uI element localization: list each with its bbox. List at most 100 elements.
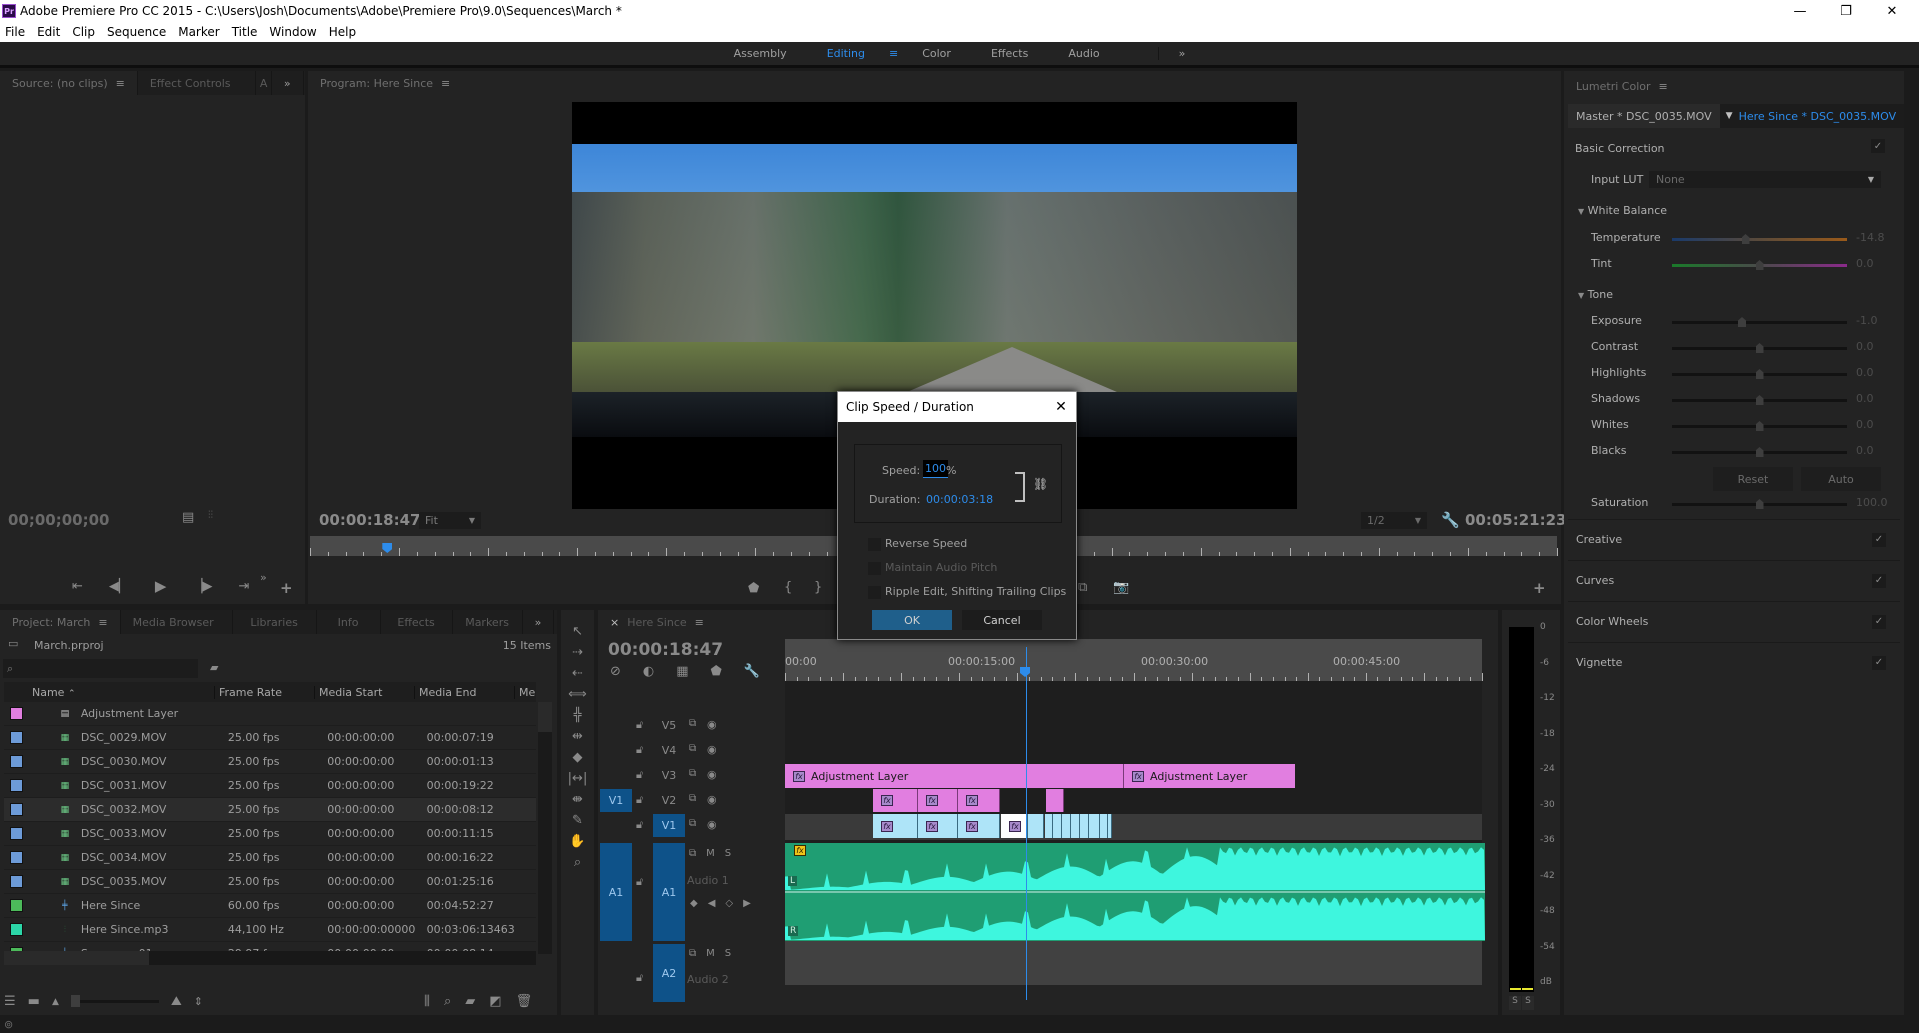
project-vertical-scrollbar[interactable] xyxy=(538,702,552,954)
mute-track-button[interactable]: M xyxy=(706,948,715,959)
menu-file[interactable]: File xyxy=(0,25,32,39)
project-item-row[interactable]: ▦ DSC_0032.MOV 25.00 fps 00:00:00:00 00:00:0… xyxy=(4,798,536,822)
tab-effect-controls[interactable]: Effect Controls xyxy=(138,71,256,95)
project-item-row[interactable]: ⫶ Here Since.mp3 44,100 Hz 00:00:00:00000 00… xyxy=(4,918,536,942)
clear-trash-icon[interactable]: 🗑 xyxy=(516,994,533,1009)
project-search-input[interactable]: ⌕ xyxy=(3,659,198,678)
pen-tool-icon[interactable]: ✎ xyxy=(572,813,583,828)
slider-value[interactable]: 0.0 xyxy=(1856,257,1874,270)
project-item-row[interactable]: ╪Sequence 0129.97 fps00;00;00;0000;00;08… xyxy=(4,942,536,951)
slider-track[interactable] xyxy=(1672,447,1847,457)
lumetri-section-creative[interactable]: Creative ✓ xyxy=(1568,519,1900,559)
mark-out-icon[interactable]: } xyxy=(814,580,822,595)
panel-menu-icon[interactable]: ≡ xyxy=(116,77,125,90)
toggle-sync-lock-icon[interactable]: ⧉ xyxy=(689,743,696,754)
close-sequence-icon[interactable]: × xyxy=(610,616,619,629)
track-lock-icon[interactable]: 🔓︎ xyxy=(636,743,643,757)
label-color-swatch[interactable] xyxy=(10,923,23,936)
project-item-row[interactable]: ▦ DSC_0035.MOV 25.00 fps 00:00:00:00 00:01:2… xyxy=(4,870,536,894)
solo-track-button[interactable]: S xyxy=(725,848,731,859)
thumbnail-size-slider[interactable] xyxy=(70,995,159,1007)
section-enable-checkbox[interactable]: ✓ xyxy=(1872,573,1886,588)
label-color-swatch[interactable] xyxy=(10,851,23,864)
button-editor-plus-icon[interactable]: + xyxy=(1533,579,1546,597)
tab-markers[interactable]: Markers xyxy=(453,610,523,634)
slider-track[interactable] xyxy=(1672,343,1847,353)
project-item-row[interactable]: ▦ DSC_0029.MOV 25.00 fps 00:00:00:00 00:00:0… xyxy=(4,726,536,750)
resolution-select[interactable]: 1/2 ▼ xyxy=(1361,512,1427,529)
track-target-v2[interactable]: V2 xyxy=(653,789,685,812)
ok-button[interactable]: OK xyxy=(872,610,952,630)
workspace-color[interactable]: Color xyxy=(902,47,971,60)
drag-video-only-icon[interactable]: ▤ xyxy=(182,510,194,525)
rate-stretch-icon[interactable]: ⇹ xyxy=(572,729,583,744)
track-target-v4[interactable]: V4 xyxy=(653,739,685,762)
panel-menu-icon[interactable]: ≡ xyxy=(695,616,704,629)
toggle-track-output-eye-icon[interactable]: ◉ xyxy=(707,743,717,756)
adjustment-layer-clip[interactable]: fx Adjustment Layer xyxy=(785,764,1124,788)
v2-clip[interactable]: fx xyxy=(918,789,958,812)
label-color-swatch[interactable] xyxy=(10,827,23,840)
slider-value[interactable]: 0.0 xyxy=(1856,444,1874,457)
v1-clip[interactable] xyxy=(1108,814,1112,838)
ripple-edit-checkbox[interactable] xyxy=(868,586,881,599)
label-color-swatch[interactable] xyxy=(10,779,23,792)
workspace-effects[interactable]: Effects xyxy=(971,47,1048,60)
master-clip-tab[interactable]: Master * DSC_0035.MOV xyxy=(1568,104,1720,128)
v1-clip[interactable] xyxy=(1089,814,1100,838)
selection-tool-icon[interactable]: ↖ xyxy=(572,624,583,639)
tone-reset-button[interactable]: Reset xyxy=(1713,467,1793,491)
add-marker-icon[interactable]: ⬟ xyxy=(711,664,722,679)
tab-program[interactable]: Program: Here Since ≡ xyxy=(308,71,463,95)
v1-clip[interactable]: fx xyxy=(1001,814,1028,838)
play-icon[interactable]: ▶ xyxy=(155,577,167,595)
solo-right-button[interactable]: S xyxy=(1522,996,1534,1010)
wrench-icon[interactable]: 🔧 xyxy=(1441,511,1460,529)
v1-clip[interactable]: fx xyxy=(873,814,918,838)
slider-value[interactable]: 0.0 xyxy=(1856,418,1874,431)
panel-menu-icon[interactable]: ≡ xyxy=(98,616,107,629)
tab-project[interactable]: Project: March ≡ xyxy=(0,610,121,634)
label-color-swatch[interactable] xyxy=(10,803,23,816)
lumetri-section-curves[interactable]: Curves ✓ xyxy=(1568,560,1900,600)
v1-clip[interactable] xyxy=(1071,814,1080,838)
more-controls-icon[interactable]: » xyxy=(260,571,267,584)
slider-value[interactable]: 0.0 xyxy=(1856,366,1874,379)
lumetri-section-color-wheels[interactable]: Color Wheels ✓ xyxy=(1568,601,1900,641)
toggle-track-output-eye-icon[interactable]: ◉ xyxy=(707,793,717,806)
timeline-timecode[interactable]: 00:00:18:47 xyxy=(608,640,723,660)
panel-overflow-icon[interactable]: » xyxy=(523,610,555,634)
reverse-speed-checkbox[interactable] xyxy=(868,538,881,551)
panel-overflow-icon[interactable]: » xyxy=(272,71,304,95)
list-view-icon[interactable]: ☰ xyxy=(4,994,16,1009)
tab-source[interactable]: Source: (no clips) ≡ xyxy=(0,71,138,95)
column-media-start[interactable]: Media Start xyxy=(314,685,414,699)
program-timecode[interactable]: 00:00:18:47 xyxy=(319,511,421,529)
toggle-sync-lock-icon[interactable]: ⧉ xyxy=(689,848,696,859)
label-color-swatch[interactable] xyxy=(10,875,23,888)
source-patch-a1[interactable]: A1 xyxy=(600,843,632,941)
razor-tool-icon[interactable]: ◆ xyxy=(573,750,583,765)
toggle-sync-lock-icon[interactable]: ⧉ xyxy=(689,768,696,779)
toggle-track-output-eye-icon[interactable]: ◉ xyxy=(707,768,717,781)
zoom-in-icon[interactable]: ⛰ xyxy=(171,994,182,1009)
go-to-out-icon[interactable]: ⇥ xyxy=(238,577,249,595)
v1-clip[interactable] xyxy=(1062,814,1071,838)
solo-left-button[interactable]: S xyxy=(1509,996,1521,1010)
v1-clip[interactable] xyxy=(1053,814,1062,838)
track-select-backward-icon[interactable]: ⇠ xyxy=(572,666,583,681)
tone-header[interactable]: ▼ Tone xyxy=(1578,288,1613,301)
track-lock-icon[interactable]: 🔓︎ xyxy=(636,793,643,807)
v1-clip[interactable]: fx xyxy=(958,814,1000,838)
mute-track-button[interactable]: M xyxy=(706,848,715,859)
prev-keyframe-icon[interactable]: ◀ xyxy=(708,898,716,909)
menu-help[interactable]: Help xyxy=(324,25,363,39)
close-window-button[interactable]: ✕ xyxy=(1869,0,1915,22)
column-media-duration[interactable]: Me xyxy=(514,685,536,699)
track-lock-icon[interactable]: 🔓︎ xyxy=(636,718,643,732)
toggle-sync-lock-icon[interactable]: ⧉ xyxy=(689,793,696,804)
project-item-row[interactable]: ▦ DSC_0030.MOV 25.00 fps 00:00:00:00 00:00:0… xyxy=(4,750,536,774)
speed-input[interactable]: 100 xyxy=(923,460,948,478)
toggle-sync-lock-icon[interactable]: ⧉ xyxy=(689,948,696,959)
project-horizontal-scrollbar[interactable] xyxy=(4,951,536,965)
